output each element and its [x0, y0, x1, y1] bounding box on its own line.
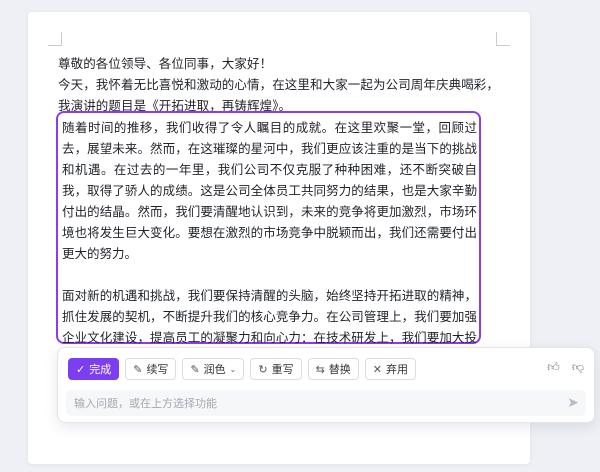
discard-button[interactable]: ✕ 弃用: [364, 358, 417, 380]
ai-input-row: ➤: [66, 390, 586, 416]
rewrite-button[interactable]: ↻ 重写: [250, 358, 302, 380]
intro-text[interactable]: 尊敬的各位领导、各位同事，大家好！ 今天，我怀着无比喜悦和激动的心情，在这里和大…: [58, 53, 500, 116]
crop-mark-top-left: [48, 32, 62, 46]
swap-icon: ⇆: [315, 362, 325, 376]
polish-dropdown-button[interactable]: ✎ 润色 ⌄: [182, 358, 245, 380]
feedback-buttons: 👍︎ 👎︎: [547, 360, 584, 375]
check-icon: ✓: [76, 362, 86, 376]
chevron-down-icon: ⌄: [229, 364, 237, 374]
done-button[interactable]: ✓ 完成: [68, 358, 120, 380]
send-icon[interactable]: ➤: [560, 395, 586, 411]
done-label: 完成: [89, 363, 112, 376]
selected-text-block[interactable]: 随着时间的推移，我们收得了令人瞩目的成就。在这里欢聚一堂，回顾过去，展望未来。然…: [56, 111, 481, 387]
discard-label: 弃用: [386, 363, 409, 376]
close-icon: ✕: [372, 362, 383, 376]
intro-line: 尊敬的各位领导、各位同事，大家好！: [58, 56, 273, 71]
pen-sparkle-icon: ✎: [133, 362, 143, 376]
replace-button[interactable]: ⇆ 替换: [307, 358, 359, 380]
thumbs-down-icon[interactable]: 👎︎: [572, 360, 584, 375]
thumbs-up-icon[interactable]: 👍︎: [547, 360, 560, 375]
continue-writing-button[interactable]: ✎ 续写: [125, 358, 177, 380]
ai-toolbar: ✓ 完成 ✎ 续写 ✎ 润色 ⌄ ↻ 重写 ⇆ 替换 ✕ 弃用: [68, 358, 417, 380]
continue-label: 续写: [146, 363, 169, 376]
replace-label: 替换: [328, 363, 351, 376]
ai-assistant-panel: ✓ 完成 ✎ 续写 ✎ 润色 ⌄ ↻ 重写 ⇆ 替换 ✕ 弃用 👍︎ 👎︎ ➤: [57, 347, 595, 423]
rewrite-label: 重写: [271, 363, 294, 376]
pen-sparkle-icon: ✎: [190, 362, 200, 376]
intro-line: 今天，我怀着无比喜悦和激动的心情，在这里和大家一起为公司周年庆典喝彩，: [58, 77, 500, 92]
crop-mark-top-right: [496, 32, 510, 46]
refresh-icon: ↻: [258, 362, 268, 376]
ai-question-input[interactable]: [66, 391, 560, 415]
selected-paragraph: 随着时间的推移，我们收得了令人瞩目的成就。在这里欢聚一堂，回顾过去，展望未来。然…: [62, 120, 477, 261]
polish-label: 润色: [203, 363, 226, 376]
